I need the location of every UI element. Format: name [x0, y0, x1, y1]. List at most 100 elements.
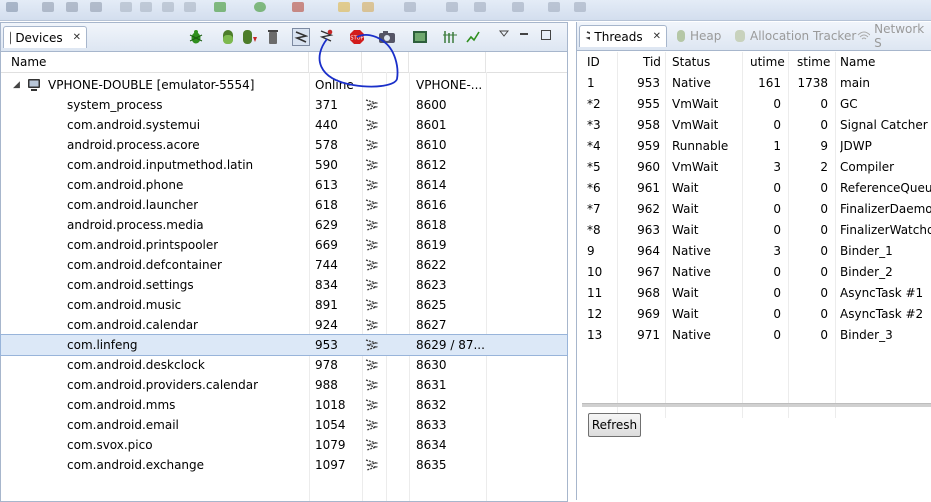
process-row[interactable]: com.android.launcher 618 8616 — [1, 195, 567, 215]
debug-run-icon[interactable] — [214, 2, 226, 12]
thread-utime: 0 — [773, 223, 781, 237]
process-row[interactable]: com.android.email 1054 8633 — [1, 415, 567, 435]
open-folder-icon[interactable] — [338, 2, 350, 12]
tab-devices-label: Devices — [15, 30, 63, 45]
column-utime-header[interactable]: utime — [750, 52, 785, 72]
tree-expand-icon[interactable]: ◢ — [13, 75, 20, 95]
toolbar-icon[interactable] — [162, 2, 174, 12]
external-tools-icon[interactable] — [292, 2, 304, 12]
process-name: com.android.providers.calendar — [67, 378, 259, 392]
column-header[interactable] — [409, 52, 486, 72]
toolbar-icon[interactable] — [404, 2, 416, 12]
process-port: 8600 — [416, 98, 447, 112]
column-status-header[interactable]: Status — [672, 52, 710, 72]
column-tid-header[interactable]: Tid — [643, 52, 661, 72]
thread-row[interactable]: 13 971 Native 0 0 Binder_3 — [577, 325, 931, 346]
process-row[interactable]: com.android.deskclock 978 8630 — [1, 355, 567, 375]
thread-status: VmWait — [672, 97, 719, 111]
thread-row[interactable]: 12 969 Wait 0 0 AsyncTask #2 — [577, 304, 931, 325]
toolbar-icon[interactable] — [120, 2, 132, 12]
process-pid: 1097 — [315, 458, 346, 472]
thread-update-icon — [364, 458, 378, 478]
thread-row[interactable]: *3 958 VmWait 0 0 Signal Catcher — [577, 115, 931, 136]
process-port: 8629 / 87... — [416, 338, 485, 352]
thread-stime: 2 — [820, 160, 828, 174]
process-row[interactable]: system_process 371 8600 — [1, 95, 567, 115]
back-icon[interactable] — [474, 2, 486, 12]
debug-icon[interactable] — [187, 28, 205, 46]
toolbar-icon[interactable] — [574, 2, 586, 12]
panel-splitter[interactable] — [582, 403, 931, 407]
process-row[interactable]: com.linfeng 953 8629 / 87... — [0, 334, 568, 356]
column-id-header[interactable]: ID — [587, 52, 600, 72]
tab-threads[interactable]: Threads ✕ — [579, 25, 667, 47]
process-row[interactable]: com.android.printspooler 669 8619 — [1, 235, 567, 255]
print-icon[interactable] — [90, 2, 102, 12]
tab-allocation-tracker[interactable]: Allocation Tracker — [734, 25, 856, 47]
thread-row[interactable]: *8 963 Wait 0 0 FinalizerWatchd — [577, 220, 931, 241]
process-row[interactable]: com.android.exchange 1097 8635 — [1, 455, 567, 475]
thread-row[interactable]: 10 967 Native 0 0 Binder_2 — [577, 262, 931, 283]
thread-id: *5 — [587, 160, 601, 174]
save-icon[interactable] — [42, 2, 54, 12]
process-row[interactable]: com.android.inputmethod.latin 590 8612 — [1, 155, 567, 175]
device-row[interactable]: ◢ VPHONE-DOUBLE [emulator-5554] Online V… — [1, 75, 567, 95]
save-all-icon[interactable] — [66, 2, 78, 12]
column-stime-header[interactable]: stime — [797, 52, 830, 72]
process-row[interactable]: com.android.mms 1018 8632 — [1, 395, 567, 415]
tab-devices[interactable]: Devices ✕ — [3, 26, 87, 48]
minimize-icon[interactable] — [515, 25, 533, 43]
thread-id: *8 — [587, 223, 601, 237]
thread-row[interactable]: *7 962 Wait 0 0 FinalizerDaemon — [577, 199, 931, 220]
systrace-icon[interactable] — [441, 28, 459, 46]
thread-row[interactable]: *4 959 Runnable 1 9 JDWP — [577, 136, 931, 157]
thread-row[interactable]: 1 953 Native 161 1738 main — [577, 73, 931, 94]
process-row[interactable]: com.android.phone 613 8614 — [1, 175, 567, 195]
cause-gc-icon[interactable] — [264, 28, 282, 46]
maximize-icon[interactable] — [537, 26, 555, 44]
process-row[interactable]: com.android.systemui 440 8601 — [1, 115, 567, 135]
opengl-trace-icon[interactable] — [464, 28, 482, 46]
thread-tid: 962 — [637, 202, 660, 216]
thread-row[interactable]: 9 964 Native 3 0 Binder_1 — [577, 241, 931, 262]
column-name-header[interactable]: Name — [840, 52, 875, 72]
thread-status: VmWait — [672, 160, 719, 174]
thread-row[interactable]: *6 961 Wait 0 0 ReferenceQueue — [577, 178, 931, 199]
toolbar-icon[interactable] — [6, 2, 18, 12]
tab-network-statistics[interactable]: Network S — [857, 22, 931, 50]
dump-view-hierarchy-icon[interactable] — [411, 28, 429, 46]
thread-id: *2 — [587, 97, 601, 111]
refresh-button[interactable]: Refresh — [588, 413, 641, 437]
process-row[interactable]: android.process.acore 578 8610 — [1, 135, 567, 155]
close-icon[interactable]: ✕ — [73, 32, 81, 43]
run-icon[interactable] — [254, 2, 266, 12]
process-name: com.android.music — [67, 298, 182, 312]
thread-name: Binder_2 — [840, 265, 893, 279]
forward-icon[interactable] — [512, 2, 524, 12]
toolbar-icon[interactable] — [140, 2, 152, 12]
thread-stime: 0 — [820, 202, 828, 216]
process-row[interactable]: android.process.media 629 8618 — [1, 215, 567, 235]
process-row[interactable]: com.android.providers.calendar 988 8631 — [1, 375, 567, 395]
thread-row[interactable]: *2 955 VmWait 0 0 GC — [577, 94, 931, 115]
process-row[interactable]: com.android.defcontainer 744 8622 — [1, 255, 567, 275]
column-name-header[interactable]: Name — [1, 52, 309, 72]
process-row[interactable]: com.android.music 891 8625 — [1, 295, 567, 315]
process-row[interactable]: com.svox.pico 1079 8634 — [1, 435, 567, 455]
process-row[interactable]: com.android.calendar 924 8627 — [1, 315, 567, 335]
toolbar-icon[interactable] — [446, 2, 458, 12]
process-name: com.android.mms — [67, 398, 176, 412]
dump-hprof-icon[interactable] — [241, 28, 259, 46]
update-heap-icon[interactable] — [219, 28, 237, 46]
thread-utime: 0 — [773, 118, 781, 132]
thread-row[interactable]: *5 960 VmWait 3 2 Compiler — [577, 157, 931, 178]
toolbar-icon[interactable] — [362, 2, 374, 12]
process-row[interactable]: com.android.settings 834 8623 — [1, 275, 567, 295]
view-menu-icon[interactable] — [495, 25, 513, 43]
thread-row[interactable]: 11 968 Wait 0 0 AsyncTask #1 — [577, 283, 931, 304]
tab-heap[interactable]: Heap — [676, 25, 721, 47]
threads-table-header: ID Tid Status utime stime Name — [577, 52, 931, 73]
toolbar-icon[interactable] — [548, 2, 560, 12]
toolbar-icon[interactable] — [184, 2, 196, 12]
close-icon[interactable]: ✕ — [653, 31, 661, 42]
